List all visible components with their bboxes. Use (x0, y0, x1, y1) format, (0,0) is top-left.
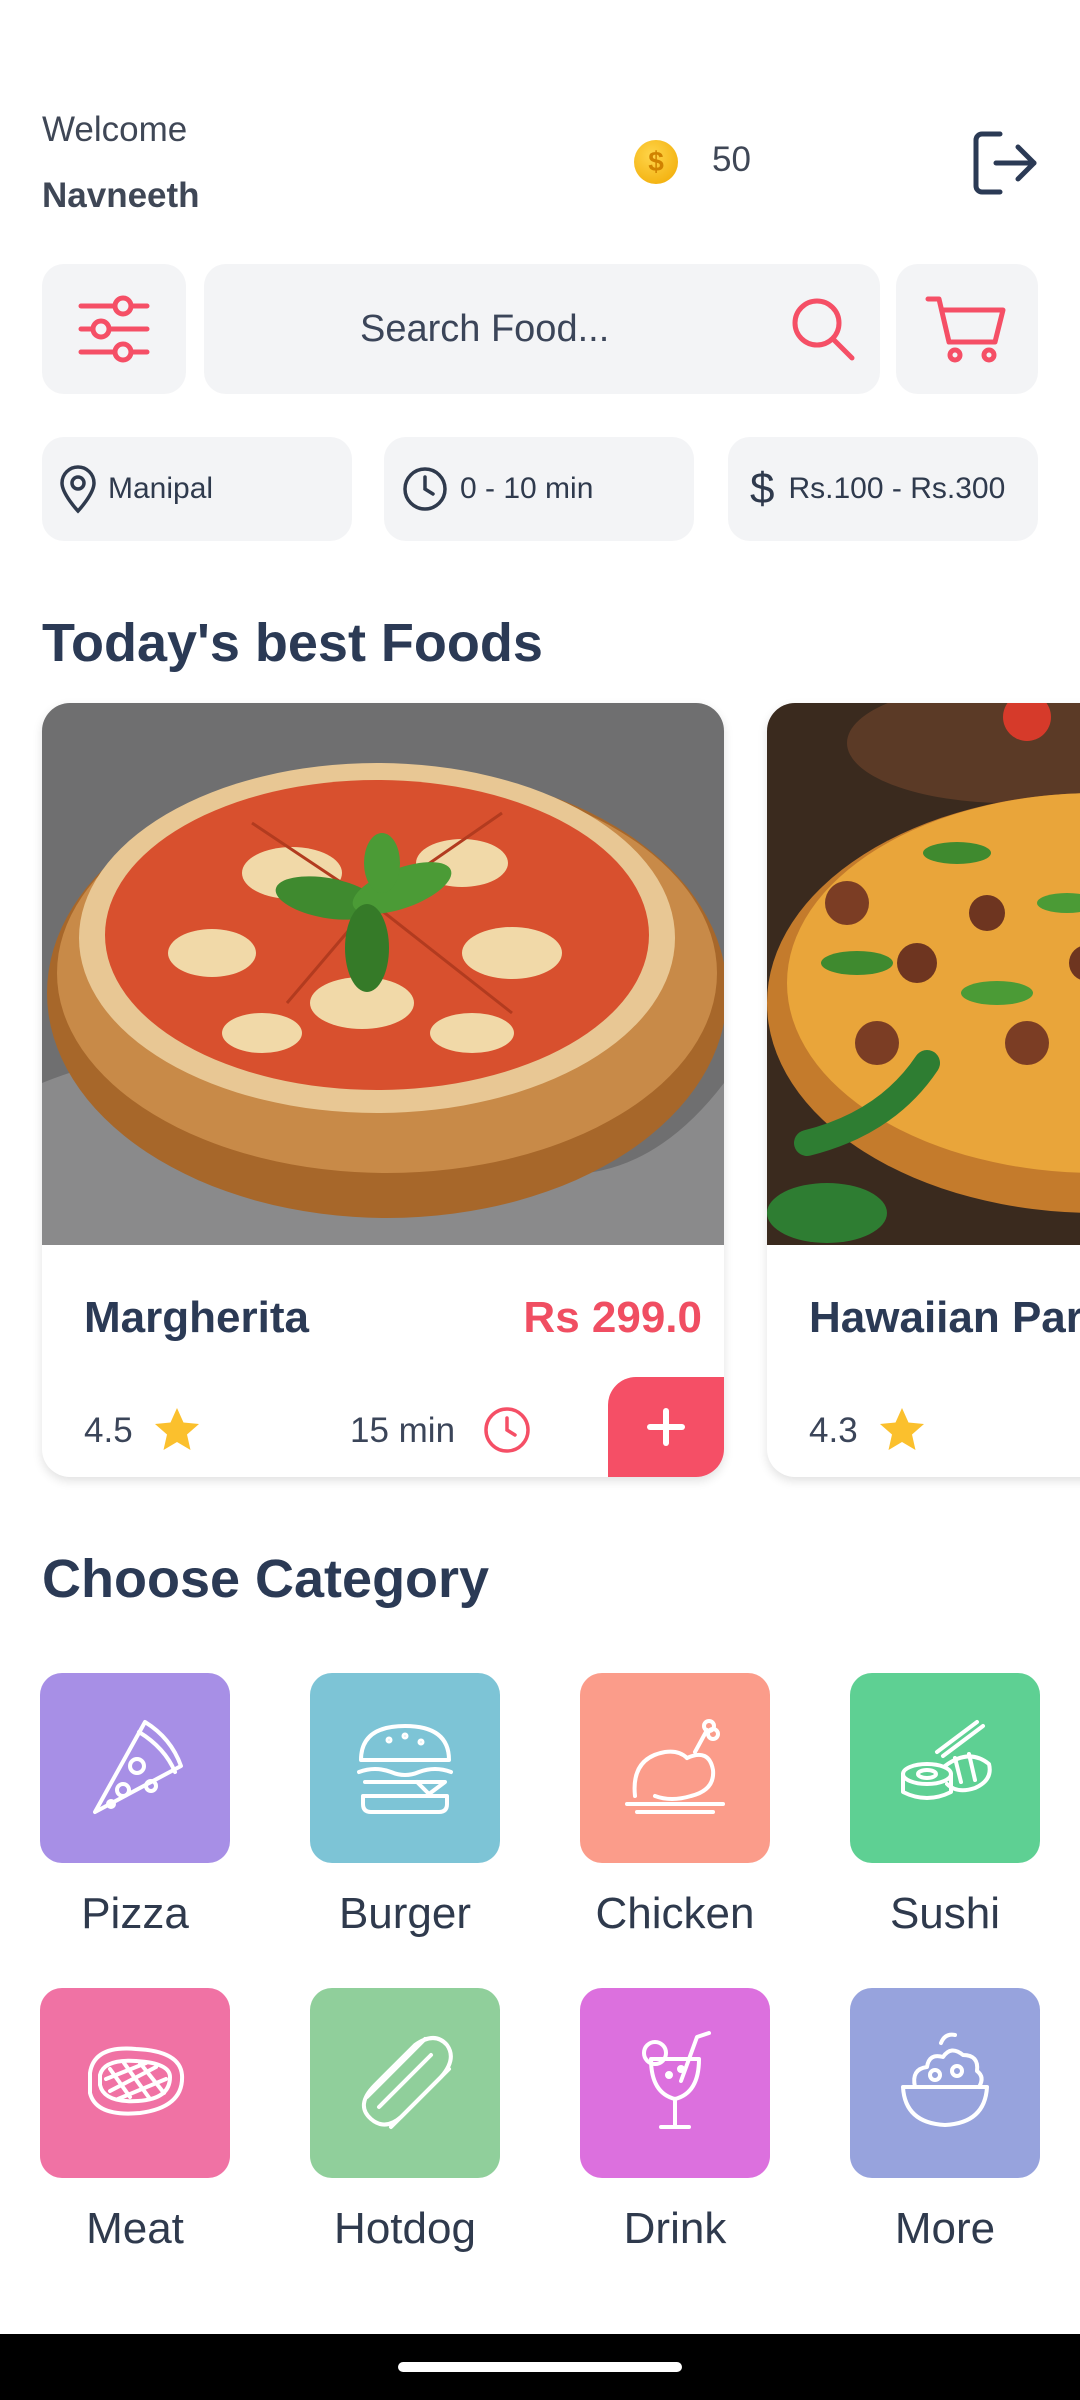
location-pin-icon (60, 465, 96, 514)
category-label: Hotdog (334, 2204, 476, 2253)
welcome-text: Welcome (42, 110, 188, 149)
food-rating: 4.5 (84, 1411, 133, 1450)
search-placeholder: Search Food... (360, 308, 610, 350)
food-name: Hawaiian Par (809, 1293, 1080, 1342)
food-rating: 4.3 (809, 1411, 858, 1450)
category-label: More (894, 2204, 996, 2253)
sushi-icon (850, 1673, 1040, 1863)
logout-icon[interactable] (970, 128, 1040, 198)
clock-icon (403, 467, 447, 511)
category-chicken[interactable]: Chicken (580, 1673, 770, 1939)
category-label: Chicken (595, 1889, 755, 1938)
food-card[interactable]: Hawaiian Par 4.3 (767, 703, 1080, 1477)
cart-button[interactable] (896, 264, 1038, 394)
add-to-cart-button[interactable] (608, 1377, 724, 1477)
user-name: Navneeth (42, 176, 200, 215)
coin-icon: $ (634, 140, 678, 184)
search-input[interactable]: Search Food... (204, 264, 880, 394)
category-pizza[interactable]: Pizza (40, 1673, 230, 1939)
category-hotdog[interactable]: Hotdog (310, 1988, 500, 2254)
category-title: Choose Category (42, 1549, 490, 1609)
category-label: Sushi (889, 1889, 1001, 1938)
margherita-image (42, 703, 724, 1245)
coin-count: 50 (712, 140, 751, 179)
pizza-icon (40, 1673, 230, 1863)
category-drink[interactable]: Drink (580, 1988, 770, 2254)
chicken-icon (580, 1673, 770, 1863)
hawaiian-pizza-image (767, 703, 1080, 1245)
salad-icon (850, 1988, 1040, 2178)
sliders-icon (78, 295, 150, 363)
plus-icon (647, 1408, 685, 1446)
category-label: Meat (86, 2204, 184, 2253)
search-icon[interactable] (788, 294, 858, 364)
cart-icon (925, 296, 1006, 363)
clock-icon (484, 1407, 530, 1453)
price-chip[interactable]: $ Rs.100 - Rs.300 (728, 437, 1038, 541)
food-card[interactable]: Margherita Rs 299.0 4.5 15 min (42, 703, 724, 1477)
best-foods-title: Today's best Foods (42, 613, 543, 673)
hotdog-icon (310, 1988, 500, 2178)
category-meat[interactable]: Meat (40, 1988, 230, 2254)
dollar-icon: $ (750, 464, 775, 513)
food-time: 15 min (350, 1411, 456, 1450)
location-label: Manipal (108, 472, 214, 505)
home-indicator[interactable] (398, 2362, 682, 2372)
category-more[interactable]: More (850, 1988, 1040, 2254)
category-label: Pizza (81, 1889, 189, 1938)
category-label: Burger (338, 1889, 472, 1938)
star-icon (155, 1408, 199, 1450)
coin-symbol: $ (648, 146, 664, 177)
price-label: Rs.100 - Rs.300 (788, 472, 1006, 505)
drink-icon (580, 1988, 770, 2178)
star-icon (880, 1408, 924, 1450)
time-label: 0 - 10 min (460, 472, 594, 505)
location-chip[interactable]: Manipal (42, 437, 352, 541)
category-burger[interactable]: Burger (310, 1673, 500, 1939)
time-chip[interactable]: 0 - 10 min (384, 437, 694, 541)
filter-button[interactable] (42, 264, 186, 394)
burger-icon (310, 1673, 500, 1863)
food-price: Rs 299.0 (523, 1293, 702, 1342)
meat-icon (40, 1988, 230, 2178)
category-sushi[interactable]: Sushi (850, 1673, 1040, 1939)
category-label: Drink (623, 2204, 727, 2253)
food-name: Margherita (84, 1293, 309, 1342)
